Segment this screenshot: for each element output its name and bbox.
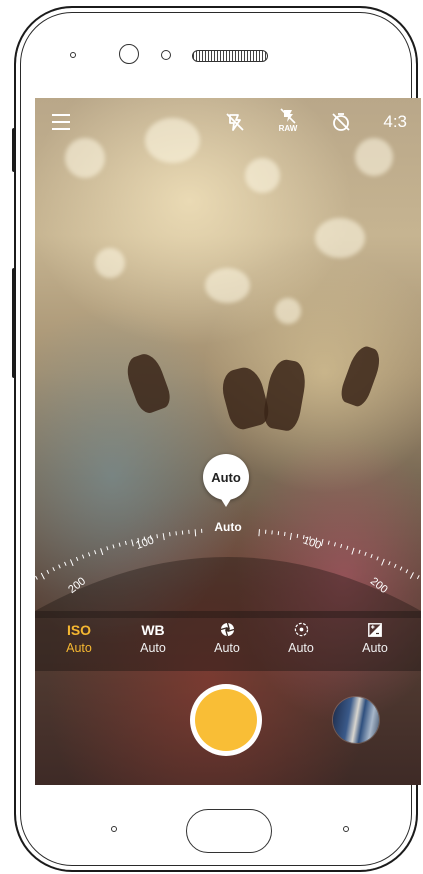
mode-iso[interactable]: ISO Auto [49,621,109,656]
dial-tick [296,533,299,539]
dial-tick [106,546,109,551]
dial-tick [416,575,420,580]
hand-silhouette [217,363,273,433]
dial-tick [381,558,385,566]
dial-tick [289,532,292,540]
dial-tick [52,567,55,572]
dial-tick [327,540,330,545]
shutter-button[interactable] [190,684,262,756]
dial-tick [40,572,45,580]
earpiece-speaker [192,50,268,62]
dial-tick [364,551,367,556]
shutter-core [195,689,257,751]
dial-tick [333,542,336,547]
gallery-thumbnail[interactable] [333,697,379,743]
dial-center-label: Auto [214,520,241,534]
aspect-ratio-button[interactable]: 4:3 [383,112,407,132]
dial-tick [175,531,177,536]
dial-tick [162,533,165,541]
dial-tick [118,542,121,547]
dial-tick [358,549,361,554]
mode-wb-label: WB [141,621,165,638]
dial-tick [340,543,343,549]
dial-tick [35,575,38,580]
home-button[interactable] [186,809,272,853]
hand-silhouette [122,349,174,417]
aperture-icon [197,621,257,638]
dial-tick [46,569,50,574]
mode-focus[interactable]: Auto [271,621,331,655]
focus-icon [271,621,331,638]
dial-tick [258,529,260,537]
bokeh-light [275,298,301,324]
bokeh-light [315,218,365,258]
mode-iso-label: ISO [66,621,92,638]
hand-silhouette [337,343,385,409]
dial-tick [169,532,171,537]
dial-tick [69,559,74,567]
dial-tick [351,547,355,555]
dial-tick [58,564,61,569]
dial-tick [64,561,67,566]
raw-off-icon[interactable]: RAW [275,106,301,138]
dial-tick [405,569,409,574]
bokeh-light [205,268,250,303]
bokeh-light [245,158,280,193]
manual-mode-strip: ISO Auto WB Auto Auto Auto Auto [35,611,421,671]
capacitive-dot-left [111,826,117,832]
camera-top-bar: RAW 4:3 [35,98,421,148]
dial-tick [94,550,97,555]
dial-tick [75,556,79,561]
dial-tick [393,563,397,568]
dial-tick [100,548,104,556]
dial-tick [399,566,403,571]
mode-wb-value: Auto [140,641,166,655]
dial-tick [124,540,127,546]
dial-arc-background [35,557,421,618]
dial-tick [370,554,373,559]
dial-tick [131,539,134,547]
mode-white-balance[interactable]: WB Auto [123,621,183,656]
dial-tick [194,529,197,537]
exposure-icon [345,621,405,638]
mode-exposure-value: Auto [362,641,388,655]
dial-tick [112,544,115,549]
menu-icon[interactable] [51,114,71,130]
mode-shutter-value: Auto [214,641,240,655]
raw-label: RAW [278,124,298,133]
timer-off-icon[interactable] [329,110,353,134]
mode-iso-value: Auto [66,641,92,655]
mode-focus-value: Auto [288,641,314,655]
sensor-dot [161,50,171,60]
dial-tick [346,545,349,550]
hand-silhouette [261,357,309,433]
flash-off-icon[interactable] [223,110,247,134]
front-camera [119,44,139,64]
iso-dial[interactable]: Auto 200 100 100 200 [35,508,421,618]
proximity-dot [70,52,76,58]
bokeh-light [95,248,125,278]
dial-tick [284,531,286,537]
dial-tick [156,534,158,539]
dial-tick-label-right-100: 100 [301,534,322,552]
dial-tick [388,561,391,566]
capacitive-dot-right [343,826,349,832]
camera-viewfinder[interactable]: RAW 4:3 Auto Auto 200 100 100 200 ISO Au… [35,98,421,785]
dial-tick-label-left-100: 100 [134,534,155,552]
dial-tick [376,556,379,561]
mode-shutter-speed[interactable]: Auto [197,621,257,655]
mode-exposure[interactable]: Auto [345,621,405,655]
dial-tick [87,552,91,557]
dial-tick [81,554,85,559]
dial-tick [409,572,414,579]
iso-value-bubble[interactable]: Auto [203,454,249,507]
